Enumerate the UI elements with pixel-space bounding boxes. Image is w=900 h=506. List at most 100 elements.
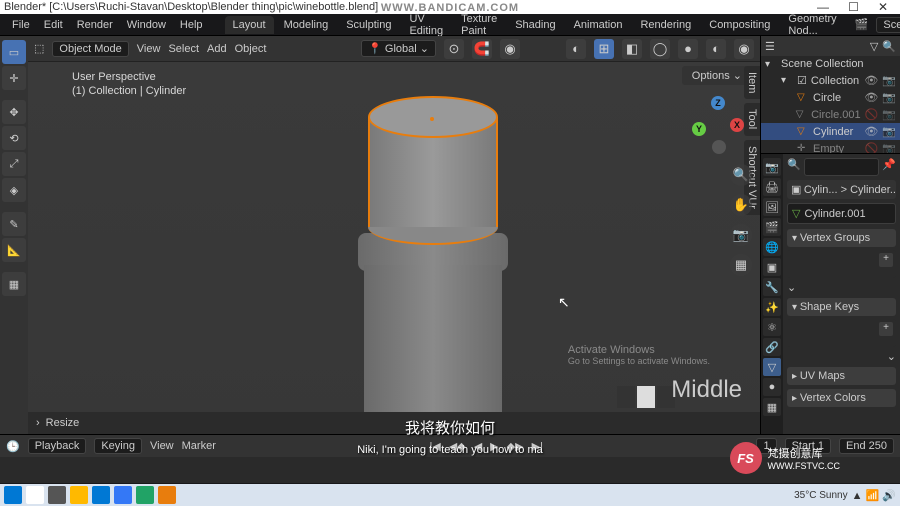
outliner-item-cylinder[interactable]: ▽ Cylinder 👁📷 <box>761 123 900 140</box>
prop-tab-viewlayer[interactable]: 🖼 <box>763 198 781 216</box>
mode-selector[interactable]: Object Mode <box>52 41 128 57</box>
tab-shading[interactable]: Shading <box>507 16 563 34</box>
prop-tab-world[interactable]: 🌐 <box>763 238 781 256</box>
measure-tool[interactable]: 📐 <box>2 238 26 262</box>
menu-edit[interactable]: Edit <box>38 17 69 33</box>
move-tool[interactable]: ✥ <box>2 100 26 124</box>
axis-x[interactable]: X <box>730 118 744 132</box>
3d-viewport[interactable]: ⬚ Object Mode View Select Add Object 📍 G… <box>28 36 760 434</box>
outliner-filter-icon[interactable]: ▽ <box>870 40 878 53</box>
tab-geometry-nodes[interactable]: Geometry Nod... <box>780 10 844 40</box>
vp-menu-object[interactable]: Object <box>235 43 267 55</box>
explorer-icon[interactable] <box>70 486 88 504</box>
shading-wireframe-icon[interactable]: ◯ <box>650 39 670 59</box>
menu-window[interactable]: Window <box>121 17 172 33</box>
properties-search-input[interactable] <box>804 158 880 176</box>
prop-tab-physics[interactable]: ⚛ <box>763 318 781 336</box>
scene-selector[interactable]: Scene <box>876 17 900 33</box>
axis-z[interactable]: Z <box>711 96 725 110</box>
options-dropdown[interactable]: Options ⌄ <box>682 66 752 85</box>
outliner-item-circle[interactable]: ▽ Circle 👁📷 <box>761 89 900 106</box>
navigation-gizmo[interactable]: X Y Z <box>686 94 748 156</box>
add-vertex-group-button[interactable]: + <box>879 253 893 267</box>
annotate-tool[interactable]: ✎ <box>2 212 26 236</box>
menu-help[interactable]: Help <box>174 17 209 33</box>
edge-icon[interactable] <box>92 486 110 504</box>
section-shape-keys[interactable]: ▾ Shape Keys <box>787 298 896 316</box>
mesh-name-field[interactable]: ▽ Cylinder.001 <box>787 203 896 224</box>
prop-tab-texture[interactable]: ▦ <box>763 398 781 416</box>
xray-icon[interactable]: ◧ <box>622 39 642 59</box>
outliner-scene-collection[interactable]: ▾ Scene Collection <box>761 56 900 72</box>
tl-playback[interactable]: Playback <box>28 438 87 454</box>
tl-keying[interactable]: Keying <box>94 438 142 454</box>
weather-widget[interactable]: 35°C Sunny <box>794 490 847 501</box>
menu-file[interactable]: File <box>6 17 36 33</box>
add-cube-tool[interactable]: ▦ <box>2 272 26 296</box>
zoom-icon[interactable]: 🔍 <box>730 164 752 186</box>
tl-view[interactable]: View <box>150 440 174 452</box>
menu-render[interactable]: Render <box>71 17 119 33</box>
app-icon[interactable] <box>114 486 132 504</box>
proportional-icon[interactable]: ◉ <box>500 39 520 59</box>
perspective-icon[interactable]: ▦ <box>730 254 752 276</box>
taskview-icon[interactable] <box>48 486 66 504</box>
section-vertex-groups[interactable]: ▾ Vertex Groups <box>787 229 896 247</box>
tray-icons[interactable]: ▲ 📶 🔊 <box>852 489 896 502</box>
overlay-toggle-icon[interactable]: ⊞ <box>594 39 614 59</box>
search-taskbar-icon[interactable] <box>26 486 44 504</box>
prop-tab-constraints[interactable]: 🔗 <box>763 338 781 356</box>
tab-modeling[interactable]: Modeling <box>276 16 337 34</box>
tl-marker[interactable]: Marker <box>182 440 216 452</box>
outliner-type-icon[interactable]: ☰ <box>765 40 775 53</box>
shading-material-icon[interactable]: ◐ <box>706 39 726 59</box>
select-box-tool[interactable]: ▭ <box>2 40 26 64</box>
end-frame-field[interactable]: End 250 <box>839 438 894 454</box>
snap-icon[interactable]: 🧲 <box>472 39 492 59</box>
start-button[interactable] <box>4 486 22 504</box>
orientation-selector[interactable]: 📍 Global ⌄ <box>361 40 436 57</box>
prop-tab-render[interactable]: 📷 <box>763 158 781 176</box>
vp-menu-view[interactable]: View <box>137 43 161 55</box>
shading-rendered-icon[interactable]: ◉ <box>734 39 754 59</box>
shading-solid-icon[interactable]: ● <box>678 39 698 59</box>
tab-rendering[interactable]: Rendering <box>632 16 699 34</box>
camera-view-icon[interactable]: 📷 <box>730 224 752 246</box>
section-uv-maps[interactable]: ▸ UV Maps <box>787 367 896 385</box>
properties-breadcrumb[interactable]: ▣ Cylin... > Cylinder... <box>787 180 896 199</box>
tab-compositing[interactable]: Compositing <box>701 16 778 34</box>
prop-tab-particles[interactable]: ✨ <box>763 298 781 316</box>
editor-type-icon[interactable]: ⬚ <box>34 42 44 55</box>
pivot-icon[interactable]: ⊙ <box>444 39 464 59</box>
timeline-type-icon[interactable]: 🕒 <box>6 440 20 453</box>
blender-taskbar-icon[interactable] <box>158 486 176 504</box>
scale-tool[interactable]: ⤢ <box>2 152 26 176</box>
tab-sculpting[interactable]: Sculpting <box>338 16 399 34</box>
tab-animation[interactable]: Animation <box>566 16 631 34</box>
cylinder-object[interactable] <box>368 96 508 434</box>
rotate-tool[interactable]: ⟲ <box>2 126 26 150</box>
app-icon-2[interactable] <box>136 486 154 504</box>
section-vertex-colors[interactable]: ▸ Vertex Colors <box>787 389 896 407</box>
prop-tab-modifiers[interactable]: 🔧 <box>763 278 781 296</box>
vp-menu-add[interactable]: Add <box>207 43 227 55</box>
prop-tab-data[interactable]: ▽ <box>763 358 781 376</box>
prop-tab-object[interactable]: ▣ <box>763 258 781 276</box>
outliner-collection[interactable]: ▾☑ Collection 👁📷 <box>761 72 900 89</box>
add-shape-key-button[interactable]: + <box>879 322 893 336</box>
outliner-search-icon[interactable]: 🔍 <box>882 40 896 53</box>
pin-icon[interactable]: 📌 <box>882 158 896 176</box>
tab-texture-paint[interactable]: Texture Paint <box>453 10 505 40</box>
prop-tab-output[interactable]: 🖨 <box>763 178 781 196</box>
close-button[interactable]: ✕ <box>870 0 896 14</box>
axis-y[interactable]: Y <box>692 122 706 136</box>
outliner-item-circle001[interactable]: ▽ Circle.001 🚫📷 <box>761 106 900 123</box>
cursor-tool[interactable]: ✛ <box>2 66 26 90</box>
prop-tab-scene[interactable]: 🎬 <box>763 218 781 236</box>
transform-tool[interactable]: ◈ <box>2 178 26 202</box>
vp-menu-select[interactable]: Select <box>168 43 199 55</box>
outliner-item-empty[interactable]: ✛ Empty 🚫📷 <box>761 140 900 154</box>
prop-tab-material[interactable]: ● <box>763 378 781 396</box>
tab-uv-editing[interactable]: UV Editing <box>401 10 451 40</box>
tab-layout[interactable]: Layout <box>225 16 274 34</box>
